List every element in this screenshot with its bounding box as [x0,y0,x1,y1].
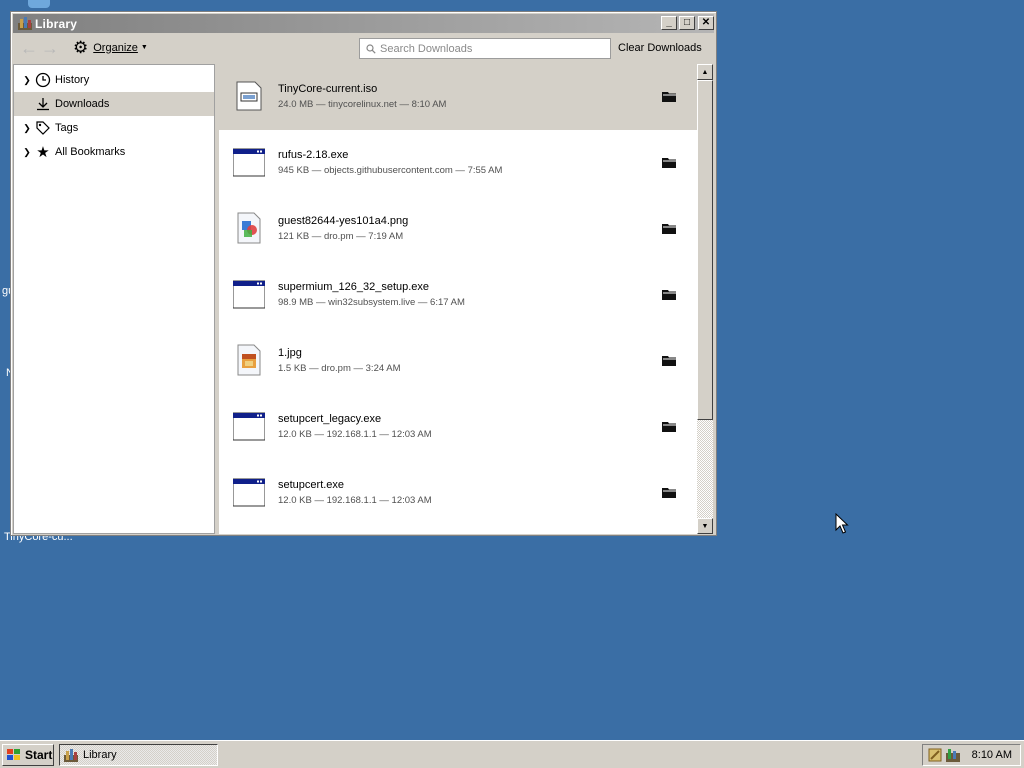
expand-chevron-icon[interactable]: ❯ [20,147,34,158]
download-filename: guest82644-yes101a4.png [278,215,409,227]
vertical-scrollbar[interactable]: ▲ ▼ [697,64,713,534]
download-item[interactable]: TinyCore-current.iso 24.0 MB — tinycorel… [219,64,697,130]
sidebar: ❯ History Downloads ❯ Tags ❯ ★ All Bookm… [13,64,215,534]
close-button[interactable]: ✕ [698,16,714,30]
scrollbar-thumb[interactable] [697,80,713,420]
sidebar-item-downloads[interactable]: Downloads [14,92,214,116]
forward-arrow-icon[interactable]: → [41,39,59,57]
download-status: 12.0 KB — 192.168.1.1 — 12:03 AM [278,429,432,440]
scroll-up-button[interactable]: ▲ [697,64,713,80]
download-item[interactable]: guest82644-yes101a4.png 121 KB — dro.pm … [219,196,697,262]
arrow-up-icon: ▲ [701,68,709,76]
download-status: 12.0 KB — 192.168.1.1 — 12:03 AM [278,495,432,506]
clear-downloads-button[interactable]: Clear Downloads [618,42,702,54]
windows-logo-icon [7,749,20,760]
library-app-icon [64,748,78,762]
download-filename: setupcert.exe [278,479,345,491]
scroll-down-button[interactable]: ▼ [697,518,713,534]
downloads-list: TinyCore-current.iso 24.0 MB — tinycorel… [219,64,697,534]
download-filename: TinyCore-current.iso [278,83,378,95]
clock-icon [34,71,52,89]
back-arrow-icon[interactable]: ← [20,39,38,57]
download-status: 24.0 MB — tinycorelinux.net — 8:10 AM [278,99,447,110]
open-folder-icon[interactable] [662,156,678,169]
download-filename: supermium_126_32_setup.exe [278,281,430,293]
download-status: 98.9 MB — win32subsystem.live — 6:17 AM [278,297,465,308]
exe-file-icon [233,148,265,177]
open-folder-icon[interactable] [662,420,678,433]
title-bar[interactable]: Library _ □ ✕ [13,14,714,33]
sidebar-item-label: All Bookmarks [55,146,126,158]
download-status: 121 KB — dro.pm — 7:19 AM [278,231,404,242]
arrow-down-icon: ▼ [701,522,709,530]
sidebar-item-label: Downloads [55,98,110,110]
open-folder-icon[interactable] [662,486,678,499]
download-filename: 1.jpg [278,347,302,359]
sidebar-item-label: History [55,74,90,86]
exe-file-icon [233,280,265,309]
taskbar-button-library[interactable]: Library [59,744,218,766]
window-title: Library [35,17,78,31]
toolbar: ← → ⚙ Organize ▼ Clear Downloads [13,35,714,62]
download-icon [34,95,52,113]
search-box[interactable] [359,38,611,59]
tag-icon [34,119,52,137]
download-item[interactable]: setupcert_legacy.exe 12.0 KB — 192.168.1… [219,394,697,460]
gear-icon: ⚙ [73,38,89,57]
taskbar: Start Library 8:10 AM [0,740,1024,768]
download-item[interactable]: 1.jpg 1.5 KB — dro.pm — 3:24 AM [219,328,697,394]
organize-label: Organize [93,41,138,54]
library-window: Library _ □ ✕ ← → ⚙ Organize ▼ Clear Dow… [10,11,717,536]
sidebar-item-tags[interactable]: ❯ Tags [14,116,214,140]
search-icon [366,43,376,54]
maximize-button[interactable]: □ [679,16,695,30]
sidebar-item-label: Tags [55,122,79,134]
mouse-cursor-icon [835,513,849,534]
download-item[interactable]: rufus-2.18.exe 945 KB — objects.githubus… [219,130,697,196]
sidebar-item-history[interactable]: ❯ History [14,68,214,92]
download-filename: setupcert_legacy.exe [278,413,382,425]
system-tray: 8:10 AM [922,744,1021,766]
open-folder-icon[interactable] [662,90,678,103]
download-filename: rufus-2.18.exe [278,149,349,161]
open-folder-icon[interactable] [662,354,678,367]
sidebar-item-all-bookmarks[interactable]: ❯ ★ All Bookmarks [14,140,214,164]
taskbar-button-label: Library [83,749,117,761]
star-icon: ★ [36,144,50,161]
exe-file-icon [233,412,265,441]
tray-app-icon[interactable] [927,747,943,763]
png-file-icon [237,212,261,244]
start-label: Start [25,748,53,762]
exe-file-icon [233,478,265,507]
search-input[interactable] [380,42,600,55]
chevron-down-icon: ▼ [140,44,148,51]
expand-chevron-icon[interactable]: ❯ [20,123,34,134]
open-folder-icon[interactable] [662,222,678,235]
minimize-button[interactable]: _ [661,16,677,30]
open-folder-icon[interactable] [662,288,678,301]
taskbar-clock: 8:10 AM [971,749,1012,761]
iso-file-icon [236,81,262,111]
organize-button[interactable]: ⚙ Organize ▼ [73,39,148,56]
download-status: 945 KB — objects.githubusercontent.com —… [278,165,503,176]
tray-app-icon[interactable] [945,747,961,763]
jpg-file-icon [237,344,261,376]
desktop-icon-partial[interactable] [28,0,50,8]
start-button[interactable]: Start [2,744,54,766]
download-item[interactable]: setupcert.exe 12.0 KB — 192.168.1.1 — 12… [219,460,697,526]
library-app-icon [18,17,32,30]
download-item[interactable]: supermium_126_32_setup.exe 98.9 MB — win… [219,262,697,328]
download-status: 1.5 KB — dro.pm — 3:24 AM [278,363,401,374]
expand-chevron-icon[interactable]: ❯ [20,75,34,86]
